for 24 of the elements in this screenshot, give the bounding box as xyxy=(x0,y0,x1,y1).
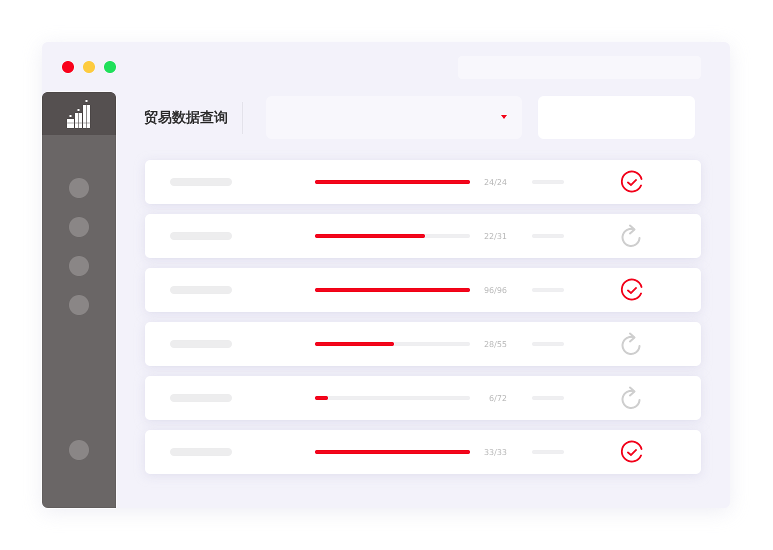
caret-icon xyxy=(501,115,507,119)
bar-steps-icon xyxy=(66,98,92,128)
nav-item[interactable] xyxy=(69,295,89,315)
check-circle-icon xyxy=(620,440,644,464)
maximize-button[interactable] xyxy=(104,61,116,73)
page-title: 贸易数据查询 xyxy=(144,108,228,126)
refresh-icon xyxy=(620,332,642,356)
progress-count: 28/55 xyxy=(482,340,507,348)
progress-count: 6/72 xyxy=(488,394,507,402)
nav-item[interactable] xyxy=(69,178,89,198)
nav-item[interactable] xyxy=(69,217,89,237)
progress-count: 96/96 xyxy=(482,286,507,294)
check-circle-icon xyxy=(620,170,644,194)
minimize-button[interactable] xyxy=(83,61,95,73)
progress-count: 22/31 xyxy=(482,232,507,240)
close-button[interactable] xyxy=(62,61,74,73)
progress-count: 24/24 xyxy=(482,178,507,186)
progress-count: 33/33 xyxy=(482,448,507,456)
refresh-icon xyxy=(620,224,642,248)
nav-item[interactable] xyxy=(69,256,89,276)
nav-item[interactable] xyxy=(69,440,89,460)
refresh-icon xyxy=(620,386,642,410)
dropdown-field[interactable] xyxy=(266,96,522,139)
check-circle-icon xyxy=(620,278,644,302)
